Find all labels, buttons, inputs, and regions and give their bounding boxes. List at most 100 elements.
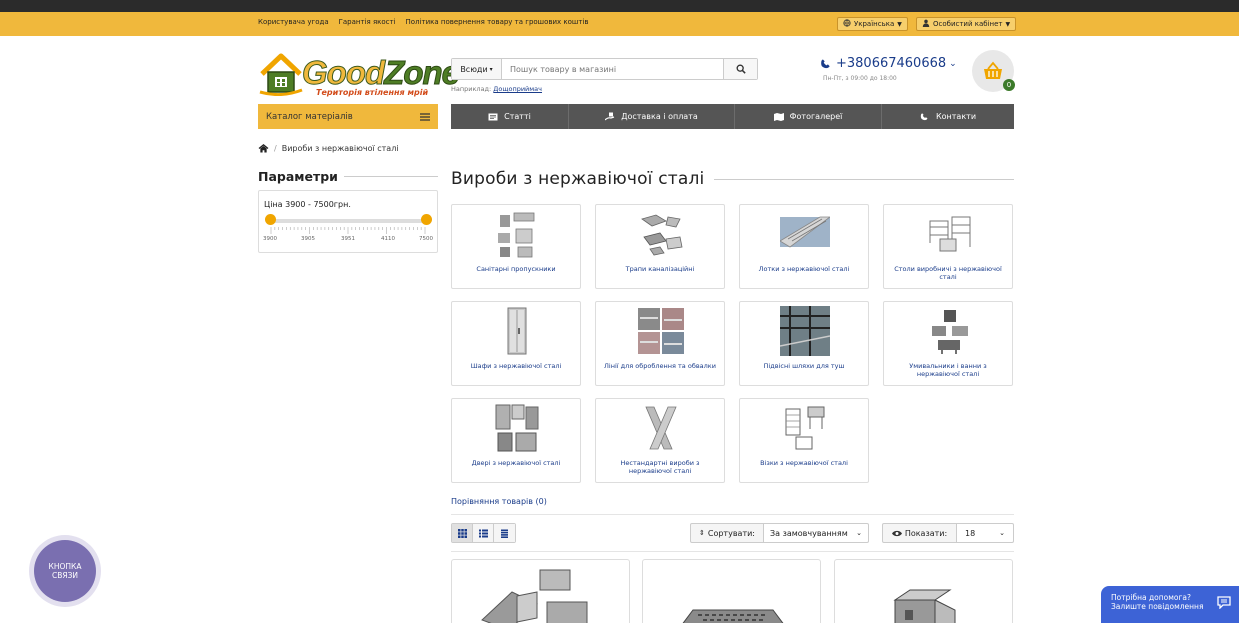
- product-thumbnail: [682, 609, 784, 623]
- user-icon: [922, 19, 930, 29]
- cart-button[interactable]: 0: [972, 50, 1015, 92]
- category-thumbnail: [645, 406, 677, 450]
- top-strip: [0, 0, 1239, 12]
- search-bar: Всюди ▾: [451, 58, 758, 80]
- category-thumbnail: [638, 308, 684, 354]
- chat-icon: [1217, 596, 1231, 609]
- caret-down-icon: ▼: [897, 20, 902, 28]
- logo-wordmark: GoodZone: [301, 54, 460, 92]
- price-slider-min-handle[interactable]: [265, 214, 276, 225]
- price-filter: Ціна 3900 - 7500грн. 3900 3905 3951 4110…: [258, 190, 438, 253]
- breadcrumb-current: Вироби з нержавіючої сталі: [281, 144, 399, 153]
- chevron-down-icon: ⌄: [856, 529, 862, 537]
- search-input[interactable]: [502, 59, 723, 79]
- category-thumbnail: [932, 310, 968, 354]
- account-dropdown[interactable]: Особистий кабінет ▼: [916, 17, 1017, 31]
- help-chat-widget[interactable]: Потрібна допомога? Залиште повідомлення: [1101, 586, 1239, 623]
- site-logo[interactable]: GoodZone Територія втілення мрій: [258, 52, 460, 100]
- category-card-sinks[interactable]: Умивальники і ванни з нержавіючої сталі: [883, 301, 1013, 386]
- category-card-sanitary[interactable]: Санітарні пропускники: [451, 204, 581, 289]
- sort-label: ⇕ Сортувати:: [690, 523, 764, 543]
- category-thumbnail: [641, 214, 683, 256]
- phone-dropdown[interactable]: +380667460668 ⌄: [820, 56, 957, 71]
- category-card-carts[interactable]: Візки з нержавіючої сталі: [739, 398, 869, 483]
- category-card-drains[interactable]: Трапи каналізаційні: [595, 204, 725, 289]
- category-thumbnail: [780, 216, 830, 248]
- search-button[interactable]: [723, 59, 757, 79]
- category-card-custom[interactable]: Нестандартні вироби з нержавіючої сталі: [595, 398, 725, 483]
- sort-select[interactable]: За замовчуванням ⌄: [764, 523, 869, 543]
- menu-item-gallery[interactable]: Фотогалереї: [735, 104, 882, 129]
- slider-ticks: [270, 227, 426, 234]
- menu-item-contacts[interactable]: Контакти: [882, 104, 1014, 129]
- list-view-button[interactable]: [473, 524, 494, 542]
- house-logo-icon: [259, 53, 303, 96]
- product-card[interactable]: [834, 559, 1013, 623]
- category-thumbnail: [507, 307, 527, 355]
- compact-view-button[interactable]: [494, 524, 515, 542]
- page-title: Вироби з нержавіючої сталі: [451, 169, 1014, 189]
- phone-icon: [821, 59, 830, 69]
- divider: [451, 551, 1014, 552]
- breadcrumb: / Вироби з нержавіючої сталі: [258, 144, 399, 153]
- hand-box-icon: [605, 112, 615, 121]
- chevron-down-icon: ▾: [489, 65, 493, 73]
- breadcrumb-separator: /: [274, 144, 277, 153]
- category-card-doors[interactable]: Двері з нержавіючої сталі: [451, 398, 581, 483]
- product-thumbnail: [893, 589, 956, 623]
- show-label: Показати:: [882, 523, 957, 543]
- compare-products-link[interactable]: Порівняння товарів (0): [451, 497, 547, 506]
- product-card[interactable]: [642, 559, 821, 623]
- category-thumbnail: [785, 406, 825, 450]
- phone-number: +380667460668: [836, 56, 947, 71]
- main-menu: Статті Доставка і оплата Фотогалереї Кон…: [451, 104, 1014, 129]
- catalog-label: Каталог матеріалів: [266, 111, 353, 122]
- search-icon: [736, 64, 746, 74]
- language-label: Українська: [854, 20, 895, 28]
- category-card-cabinets[interactable]: Шафи з нержавіючої сталі: [451, 301, 581, 386]
- price-slider-max-handle[interactable]: [421, 214, 432, 225]
- product-card[interactable]: [451, 559, 630, 623]
- top-links: Користувача угода Гарантія якості Політи…: [258, 18, 588, 26]
- map-book-icon: [773, 112, 784, 121]
- search-example-link[interactable]: Дощоприймач: [493, 85, 542, 93]
- price-range-label: Ціна 3900 - 7500грн.: [264, 200, 351, 209]
- link-quality-guarantee[interactable]: Гарантія якості: [339, 18, 396, 26]
- divider: [451, 514, 1014, 515]
- price-slider-track[interactable]: [270, 219, 426, 223]
- category-thumbnail: [498, 212, 535, 258]
- chevron-down-icon: ⌄: [999, 529, 1005, 537]
- category-card-tables[interactable]: Столи виробничі з нержавіючої сталі: [883, 204, 1013, 289]
- sort-icon: ⇕: [699, 529, 705, 537]
- home-icon[interactable]: [258, 144, 269, 153]
- language-dropdown[interactable]: Українська ▼: [837, 17, 908, 31]
- link-user-agreement[interactable]: Користувача угода: [258, 18, 329, 26]
- category-card-trays[interactable]: Лотки з нержавіючої сталі: [739, 204, 869, 289]
- grid-view-button[interactable]: [452, 524, 473, 542]
- hamburger-icon: [420, 112, 430, 121]
- caret-down-icon: ▼: [1005, 20, 1011, 28]
- link-return-policy[interactable]: Політика повернення товару та грошових к…: [406, 18, 589, 26]
- heading-rule: [343, 176, 438, 177]
- heading-rule: [714, 178, 1014, 180]
- category-thumbnail: [929, 216, 971, 252]
- basket-icon: [984, 61, 1002, 79]
- newspaper-icon: [488, 113, 498, 120]
- category-card-rails[interactable]: Підвісні шляхи для туш: [739, 301, 869, 386]
- category-card-lines[interactable]: Лінії для оброблення та обвалки: [595, 301, 725, 386]
- catalog-menu-button[interactable]: Каталог матеріалів: [258, 104, 438, 129]
- show-count-select[interactable]: 18 ⌄: [957, 523, 1014, 543]
- list-icon: [478, 529, 488, 537]
- filters-heading: Параметри: [258, 169, 438, 184]
- menu-item-delivery[interactable]: Доставка і оплата: [569, 104, 735, 129]
- menu-item-articles[interactable]: Статті: [451, 104, 569, 129]
- grid-icon: [457, 528, 467, 538]
- help-line-1: Потрібна допомога?: [1111, 593, 1191, 602]
- logo-tagline: Територія втілення мрій: [316, 88, 429, 97]
- product-thumbnail: [481, 569, 588, 623]
- contact-button[interactable]: КНОПКА СВЯЗИ: [34, 540, 96, 602]
- search-scope-dropdown[interactable]: Всюди ▾: [452, 59, 502, 79]
- top-bar: Користувача угода Гарантія якості Політи…: [0, 12, 1239, 36]
- phone-icon: [920, 113, 928, 121]
- category-grid: Санітарні пропускники Трапи каналізаційн…: [451, 204, 1015, 483]
